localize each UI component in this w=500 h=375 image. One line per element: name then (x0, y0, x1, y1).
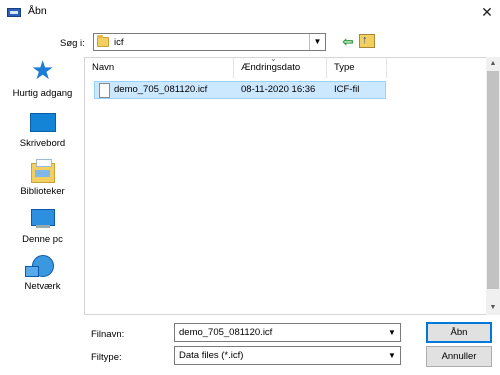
file-modified: 08-11-2020 16:36 (241, 84, 316, 95)
column-header-modified[interactable]: Ændringsdato (234, 58, 327, 78)
title-bar: Åbn ✕ (0, 0, 500, 26)
filename-label: Filnavn: (91, 329, 125, 340)
scroll-up-icon[interactable]: ▲ (486, 57, 500, 71)
folder-icon (97, 35, 109, 47)
close-button[interactable]: ✕ (478, 3, 496, 21)
place-libraries[interactable]: Biblioteker (5, 155, 80, 203)
lookin-value: icf (114, 37, 124, 48)
chevron-down-icon[interactable]: ▼ (384, 324, 400, 341)
chevron-down-icon[interactable]: ▼ (384, 347, 400, 364)
file-name: demo_705_081120.icf (114, 84, 208, 95)
open-button[interactable]: Åbn (426, 322, 492, 343)
network-icon (25, 255, 54, 277)
filename-field[interactable]: demo_705_081120.icf ▼ (174, 323, 401, 342)
app-icon (7, 8, 21, 17)
filetype-label: Filtype: (91, 352, 122, 363)
scroll-down-icon[interactable]: ▼ (486, 301, 500, 315)
cancel-button[interactable]: Annuller (426, 346, 492, 367)
places-bar: ★ Hurtig adgang Skrivebord Biblioteker D… (5, 57, 80, 307)
place-label: Biblioteker (20, 186, 65, 197)
place-network[interactable]: Netværk (5, 250, 80, 298)
place-label: Denne pc (22, 234, 63, 245)
place-desktop[interactable]: Skrivebord (5, 107, 80, 155)
sort-chevron-icon: ⌄ (270, 54, 277, 63)
chevron-down-icon[interactable]: ▼ (309, 34, 325, 50)
table-row[interactable]: demo_705_081120.icf 08-11-2020 16:36 ICF… (94, 81, 386, 99)
file-type: ICF-fil (334, 84, 360, 95)
lookin-dropdown[interactable]: icf ▼ (93, 33, 326, 51)
back-arrow-icon[interactable]: ⇦ (339, 33, 357, 51)
file-list[interactable]: Navn Ændringsdato ⌄ Type demo_705_081120… (84, 54, 487, 315)
filetype-value: Data files (*.icf) (179, 350, 244, 361)
star-icon: ★ (31, 55, 55, 85)
list-header: Navn Ændringsdato ⌄ Type (85, 54, 486, 78)
lookin-label: Søg i: (60, 38, 85, 49)
computer-icon (31, 209, 55, 228)
place-label: Hurtig adgang (12, 88, 73, 99)
column-header-name[interactable]: Navn (85, 58, 234, 78)
window-title: Åbn (28, 5, 47, 17)
place-quick-access[interactable]: ★ Hurtig adgang (5, 57, 80, 105)
desktop-icon (30, 113, 56, 132)
place-label: Skrivebord (19, 138, 66, 149)
file-icon (99, 83, 110, 98)
libraries-icon (31, 159, 55, 183)
place-this-pc[interactable]: Denne pc (5, 203, 80, 251)
column-header-type[interactable]: Type (327, 58, 387, 78)
vertical-scrollbar[interactable]: ▲ ▼ (486, 57, 500, 315)
filetype-dropdown[interactable]: Data files (*.icf) ▼ (174, 346, 401, 365)
up-folder-icon[interactable]: ↑ (359, 34, 375, 48)
filename-value[interactable]: demo_705_081120.icf (179, 327, 272, 338)
scroll-thumb[interactable] (487, 71, 499, 289)
place-label: Netværk (24, 281, 61, 292)
